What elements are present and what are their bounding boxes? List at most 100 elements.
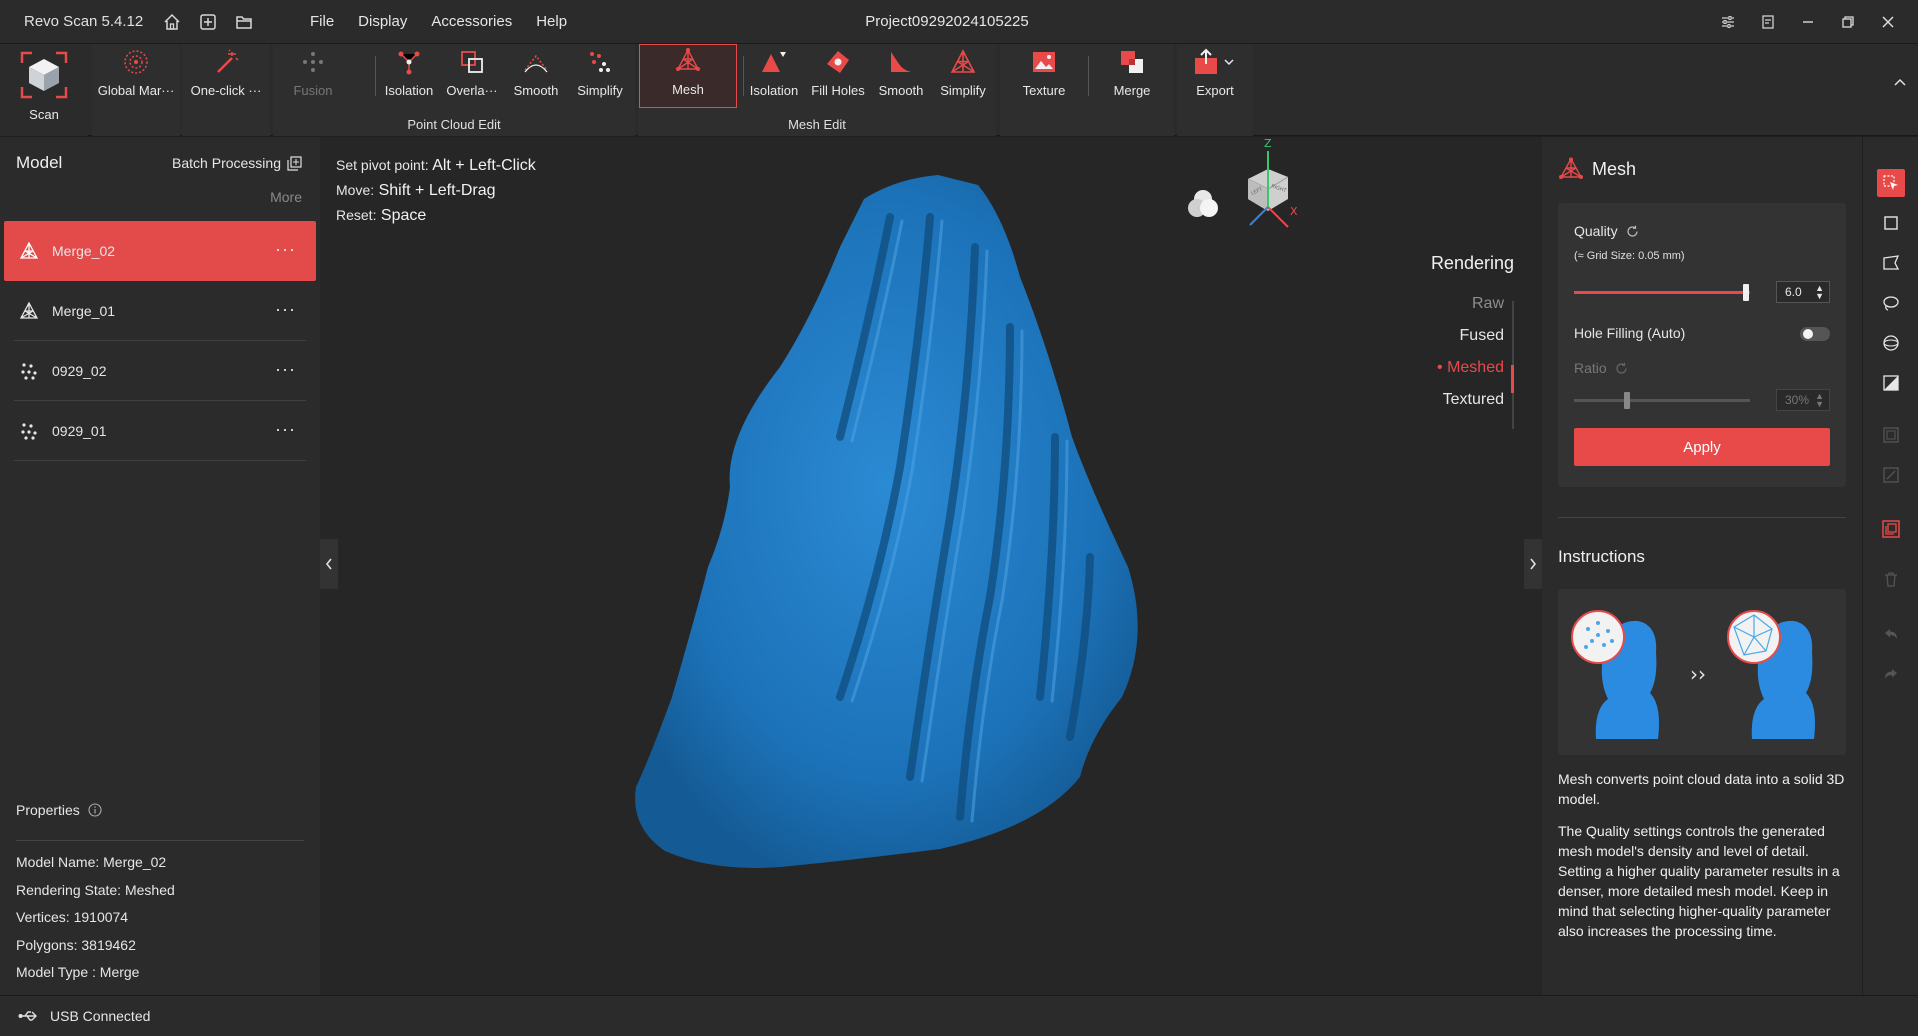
mesh-label: Mesh — [672, 82, 704, 97]
cursor-select-icon — [1883, 175, 1898, 190]
more-button[interactable]: More — [270, 189, 302, 205]
menu-accessories[interactable]: Accessories — [419, 0, 524, 44]
invert-selection-icon — [1883, 375, 1899, 391]
more-options-icon[interactable]: ··· — [275, 419, 296, 440]
stepper-arrows-icon[interactable]: ▲ ▼ — [1815, 284, 1824, 301]
rendering-option-meshed-label: Meshed — [1447, 359, 1504, 376]
more-options-icon[interactable]: ··· — [275, 359, 296, 380]
close-icon[interactable] — [1868, 4, 1908, 40]
one-click-button[interactable]: One-click ··· — [182, 44, 270, 108]
collapse-left-panel-button[interactable] — [320, 539, 338, 589]
mesh-smooth-button[interactable]: Smooth — [872, 44, 930, 108]
chevron-left-icon — [325, 558, 332, 570]
collapse-right-panel-button[interactable] — [1524, 539, 1542, 589]
view-cube[interactable]: Z X LEFT RIGHT — [1180, 137, 1300, 247]
pc-isolation-label: Isolation — [384, 83, 434, 98]
quality-slider[interactable] — [1574, 284, 1750, 301]
invert-select-tool[interactable] — [1877, 369, 1905, 397]
pc-isolation-button[interactable]: Isolation — [377, 44, 441, 108]
rectangle-select-tool[interactable] — [1877, 209, 1905, 237]
list-item[interactable]: 0929_01 ··· — [4, 401, 316, 461]
scan-button[interactable]: Scan — [10, 44, 78, 128]
reset-icon[interactable] — [1626, 225, 1639, 238]
open-folder-icon[interactable] — [226, 4, 262, 40]
mesh-simplify-button[interactable]: Simplify — [932, 44, 994, 108]
delete-tool — [1877, 565, 1905, 593]
rendering-mode-selector: Rendering Raw Fused • Meshed Textured — [1394, 253, 1514, 429]
overlap-icon — [457, 47, 487, 77]
select-all-icon — [1883, 427, 1899, 443]
menu-help[interactable]: Help — [524, 0, 579, 44]
home-icon[interactable] — [154, 4, 190, 40]
hole-filling-label: Hole Filling (Auto) — [1574, 325, 1686, 341]
stepper-arrows-icon: ▲ ▼ — [1815, 391, 1824, 409]
copy-selection-tool[interactable] — [1877, 515, 1905, 543]
rendering-option-meshed[interactable]: • Meshed — [1394, 352, 1514, 384]
mesh-button[interactable]: Mesh — [639, 44, 737, 108]
fusion-label: Fusion — [293, 83, 333, 98]
hole-filling-toggle[interactable] — [1800, 327, 1830, 341]
select-cursor-tool[interactable] — [1877, 169, 1905, 197]
merge-button[interactable]: Merge — [1094, 44, 1170, 108]
3d-viewport[interactable]: Set pivot point: Alt + Left-Click Move: … — [320, 137, 1542, 995]
ratio-label-text: Ratio — [1574, 360, 1607, 376]
more-options-icon[interactable]: ··· — [275, 239, 296, 260]
mesh-panel-header: Mesh — [1558, 157, 1636, 181]
list-item[interactable]: Merge_02 ··· — [4, 221, 316, 281]
ratio-slider — [1574, 392, 1750, 409]
new-project-icon[interactable] — [190, 4, 226, 40]
mesh-isolation-button[interactable]: Isolation — [744, 44, 804, 108]
texture-button[interactable]: Texture — [1006, 44, 1082, 108]
quality-stepper[interactable]: 6.0 ▲ ▼ — [1776, 281, 1830, 303]
point-cloud-edit-label: Point Cloud Edit — [407, 117, 501, 132]
model-panel-title: Model — [16, 153, 63, 172]
brush-select-tool[interactable] — [1877, 329, 1905, 357]
global-markers-button[interactable]: Global Mar··· — [92, 44, 180, 108]
rendering-option-textured[interactable]: Textured — [1394, 384, 1514, 416]
instructions-text: Mesh converts point cloud data into a so… — [1558, 769, 1848, 941]
more-options-icon[interactable]: ··· — [275, 299, 296, 320]
scanned-mesh-model[interactable] — [320, 137, 1542, 995]
minimize-icon[interactable] — [1788, 4, 1828, 40]
settings-sliders-icon[interactable] — [1708, 4, 1748, 40]
fill-holes-button[interactable]: Fill Holes — [806, 44, 870, 108]
scan-label: Scan — [29, 107, 59, 122]
rendering-option-fused[interactable]: Fused — [1394, 320, 1514, 352]
undo-icon — [1885, 629, 1897, 639]
pc-smooth-button[interactable]: Smooth — [505, 44, 567, 108]
restore-icon[interactable] — [1828, 4, 1868, 40]
menu-display[interactable]: Display — [346, 0, 419, 44]
batch-processing-button[interactable]: Batch Processing — [172, 155, 302, 171]
model-list: Merge_02 ··· Merge_01 ··· 0929_02 ··· 09… — [4, 221, 316, 461]
overlap-button[interactable]: Overla··· — [441, 44, 503, 108]
copy-red-icon — [1882, 520, 1900, 538]
point-cloud-model-icon — [18, 420, 40, 442]
collapse-ribbon-icon[interactable] — [1882, 64, 1918, 100]
mesh-simplify-label: Simplify — [940, 83, 986, 98]
properties-list: Model Name: Merge_02 Rendering State: Me… — [16, 849, 175, 987]
fill-holes-label: Fill Holes — [811, 83, 865, 98]
global-markers-label: Global Mar··· — [97, 83, 175, 98]
lasso-select-tool[interactable] — [1877, 289, 1905, 317]
mesh-edit-label: Mesh Edit — [788, 117, 846, 132]
export-button[interactable]: Export — [1177, 44, 1253, 108]
pc-simplify-icon — [585, 47, 615, 77]
title-bar: Revo Scan 5.4.12 File Display Accessorie… — [0, 0, 1918, 44]
project-title-wrap: Project09292024105225 — [0, 0, 1894, 44]
quality-slider-handle[interactable] — [1743, 284, 1750, 301]
rendering-option-raw[interactable]: Raw — [1394, 288, 1514, 320]
notes-icon[interactable] — [1748, 4, 1788, 40]
apply-button[interactable]: Apply — [1574, 428, 1830, 466]
list-item[interactable]: Merge_01 ··· — [4, 281, 316, 341]
export-icon — [1192, 47, 1238, 77]
prop-vertices: Vertices: 1910074 — [16, 909, 129, 925]
polygon-select-tool[interactable] — [1877, 249, 1905, 277]
pc-simplify-button[interactable]: Simplify — [569, 44, 631, 108]
menu-file[interactable]: File — [298, 0, 346, 44]
global-markers-icon — [121, 47, 151, 77]
undo-tool — [1877, 621, 1905, 649]
info-icon[interactable] — [88, 803, 102, 817]
list-item[interactable]: 0929_02 ··· — [4, 341, 316, 401]
fusion-button[interactable]: Fusion — [281, 44, 345, 108]
ratio-slider-handle — [1623, 392, 1630, 409]
